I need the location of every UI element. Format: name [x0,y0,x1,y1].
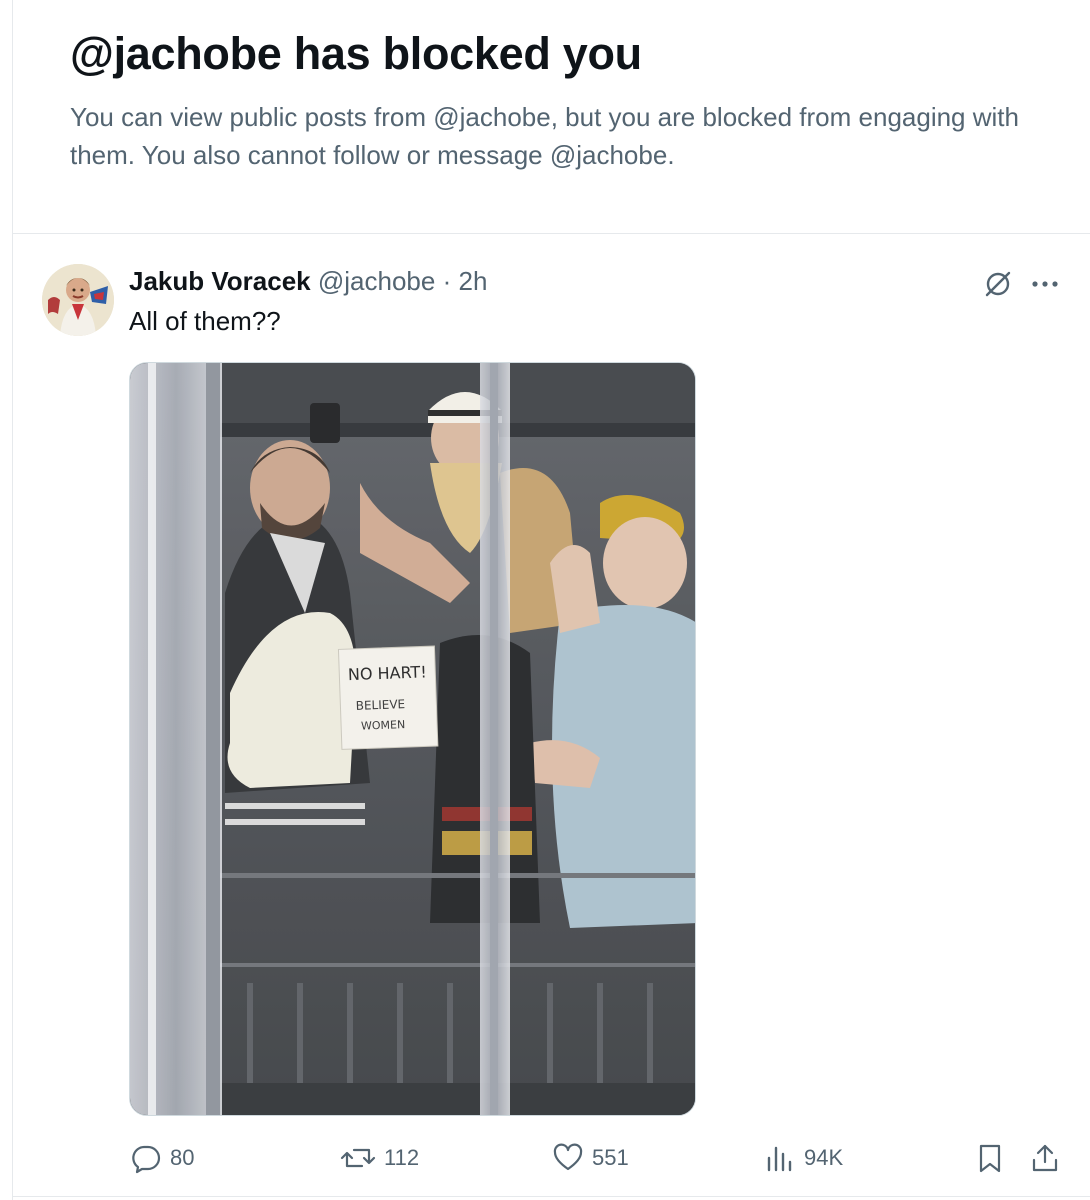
post-header: Jakub Voracek @jachobe · 2h [129,266,487,297]
reply-count: 80 [170,1145,195,1170]
share-button[interactable] [1030,1136,1060,1180]
heart-icon [553,1143,583,1171]
bookmark-button[interactable] [975,1136,1005,1180]
blocked-description: You can view public posts from @jachobe,… [70,102,1019,170]
post-time[interactable]: 2h [458,266,487,296]
blocked-title: @jachobe has blocked you [70,28,642,79]
bookmark-icon [979,1144,1001,1173]
more-dots-icon[interactable] [1028,270,1062,298]
photo-crowd-behind-glass: NO HART! BELIEVE WOMEN [130,363,695,1115]
repost-button[interactable]: 112 [340,1136,419,1180]
blocked-banner: @jachobe has blocked you You can view pu… [70,28,1060,174]
reply-button[interactable]: 80 [130,1136,194,1180]
author-name[interactable]: Jakub Voracek [129,266,311,296]
post-image[interactable]: NO HART! BELIEVE WOMEN [129,362,696,1116]
grok-icon[interactable] [982,268,1014,300]
avatar-illustration [42,264,114,336]
repost-count: 112 [384,1145,420,1170]
post-divider [12,1196,1090,1197]
header-separator: · [442,266,452,296]
like-count: 551 [592,1145,629,1170]
avatar[interactable] [42,264,114,336]
views-count: 94K [804,1145,844,1170]
post-actions: 80 112 551 94K [0,1136,1090,1180]
post-text: All of them?? [129,306,281,336]
analytics-bars-icon [767,1146,792,1172]
reply-bubble-icon [132,1145,161,1174]
like-button[interactable]: 551 [552,1136,629,1180]
views-button[interactable]: 94K [764,1136,843,1180]
author-handle[interactable]: @jachobe [318,266,435,296]
repost-icon [340,1148,376,1168]
share-icon [1032,1144,1058,1172]
section-divider [12,233,1090,234]
